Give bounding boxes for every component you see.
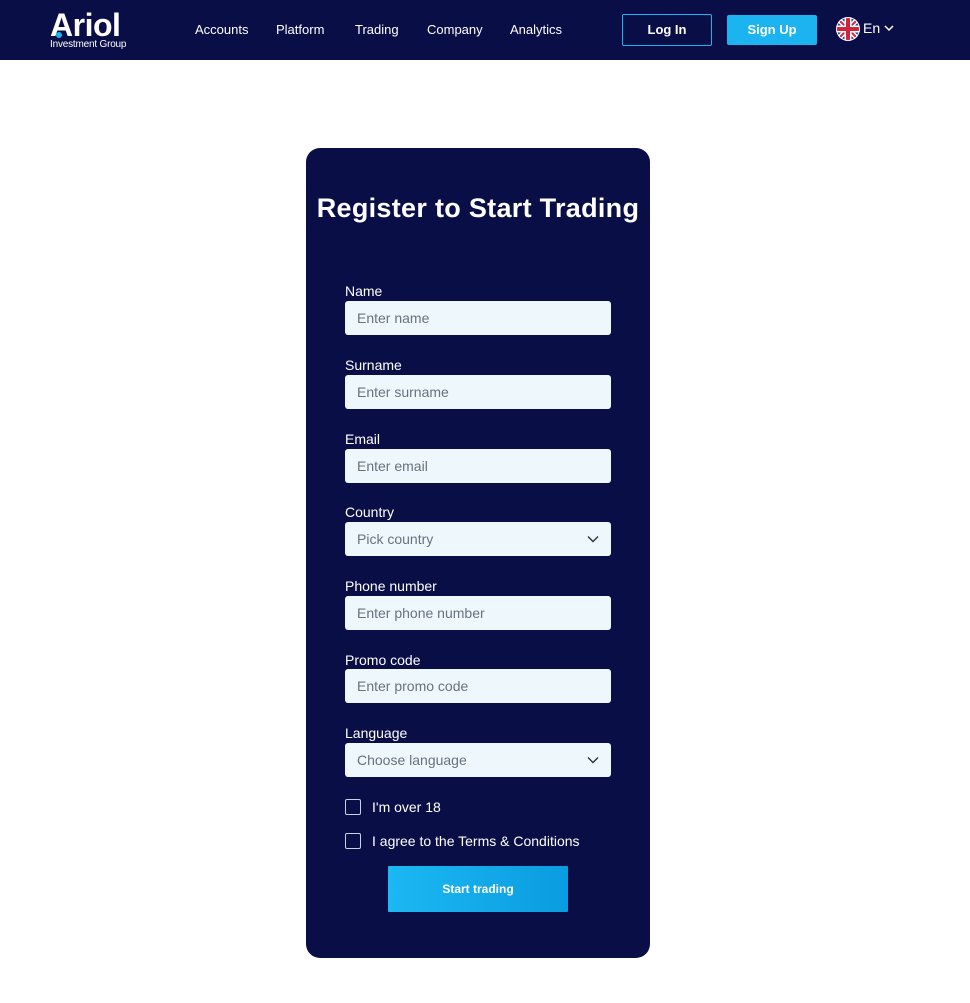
age-checkbox-label[interactable]: I'm over 18 [372,798,441,816]
signup-button[interactable]: Sign Up [727,15,817,45]
language-label: En [863,20,881,36]
age-checkbox[interactable] [345,799,361,815]
email-label: Email [345,431,381,447]
nav-item-trading[interactable]: Trading [355,22,399,38]
ariol-logo[interactable]: Ariol Investment Group [50,8,140,52]
terms-checkbox-row: I agree to the Terms & Conditions [345,832,611,850]
start-trading-button[interactable]: Start trading [388,866,568,912]
age-checkbox-row: I'm over 18 [345,798,611,816]
surname-label: Surname [345,357,402,373]
phone-input[interactable] [345,596,611,630]
surname-input[interactable] [345,375,611,409]
name-label: Name [345,283,383,299]
terms-checkbox[interactable] [345,833,361,849]
language-select[interactable]: Choose language [345,743,611,777]
promo-label: Promo code [345,652,421,668]
country-select[interactable]: Pick country [345,522,611,556]
chevron-down-icon [587,757,599,764]
form-title: Register to Start Trading [306,191,650,225]
nav-item-platform[interactable]: Platform [276,22,324,38]
chevron-down-icon [587,536,599,543]
login-button[interactable]: Log In [622,14,712,46]
chevron-down-icon [884,25,894,32]
top-navbar: Ariol Investment Group Accounts Platform… [0,0,970,60]
nav-item-company[interactable]: Company [427,22,483,38]
uk-flag-icon [836,17,860,41]
language-label: Language [345,725,408,741]
language-select-value: Choose language [357,752,467,768]
nav-item-accounts[interactable]: Accounts [195,22,248,38]
promo-input[interactable] [345,669,611,703]
terms-checkbox-label[interactable]: I agree to the Terms & Conditions [372,832,580,850]
registration-form: Register to Start Trading Name Surname E… [306,148,650,958]
email-input[interactable] [345,449,611,483]
phone-label: Phone number [345,578,437,594]
name-input[interactable] [345,301,611,335]
form-title-text: Register to Start Trading [316,193,640,223]
language-switcher[interactable]: En [836,17,900,41]
logo-subtitle: Investment Group [50,39,127,50]
logo-dot-icon [56,32,62,38]
country-label: Country [345,504,395,520]
country-select-value: Pick country [357,531,434,547]
nav-item-analytics[interactable]: Analytics [510,22,562,38]
